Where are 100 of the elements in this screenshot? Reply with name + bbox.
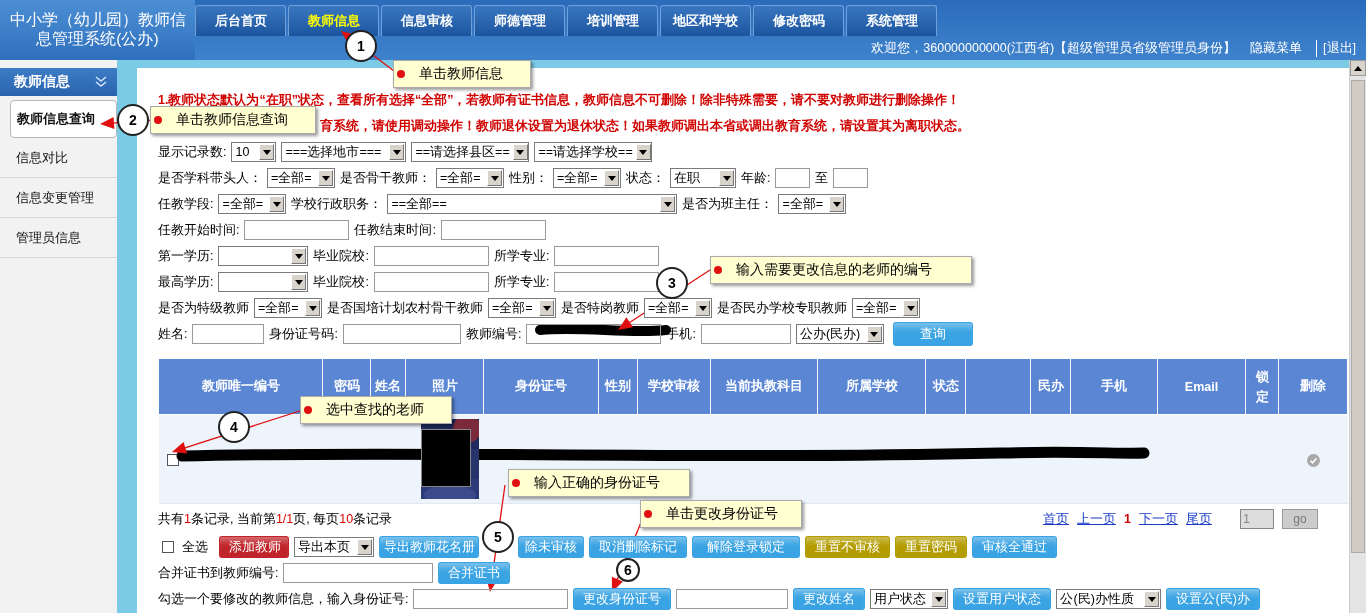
- dropdown[interactable]: =全部=: [778, 194, 847, 214]
- header-link[interactable]: 隐藏菜单: [1250, 39, 1303, 57]
- checkbox-label: 全选: [182, 538, 208, 556]
- column-header: 当前执教科目: [725, 379, 803, 393]
- dropdown[interactable]: =全部=: [488, 298, 556, 318]
- dropdown[interactable]: 公(民)办性质: [1056, 589, 1162, 609]
- field-label: 毕业院校:: [313, 247, 369, 265]
- welcome-text: 欢迎您，360000000000(江西省)【超级管理员省级管理员身份】: [871, 39, 1237, 57]
- dropdown[interactable]: [218, 246, 309, 266]
- system-title: 中小学（幼儿园）教师信息管理系统(公办): [0, 0, 195, 60]
- dropdown[interactable]: 公办(民办): [795, 324, 884, 344]
- column-header: 姓名: [375, 379, 401, 393]
- nav-tab[interactable]: 系统管理: [846, 5, 937, 36]
- field-label: 年龄:: [741, 169, 771, 187]
- text-field[interactable]: [700, 324, 791, 344]
- text-field[interactable]: [413, 589, 569, 609]
- column-header: 手机: [1101, 379, 1127, 393]
- notice-text: 1.教师状态默认为“在职”状态，查看所有选择“全部”，若教师有证书信息，教师信息不可删除！除非特殊需要，请不要对教师进行删除操作！: [158, 92, 962, 109]
- text-field[interactable]: [833, 168, 869, 188]
- dropdown[interactable]: ===选择地市===: [281, 142, 407, 162]
- callout-dot-icon: [512, 479, 520, 487]
- record-summary: 共有1条记录, 当前第1/1页, 每页10条记录: [158, 510, 393, 528]
- sidebar-header[interactable]: 教师信息: [0, 68, 117, 96]
- nav-tab[interactable]: 师德管理: [474, 5, 565, 36]
- nav-tab[interactable]: 地区和学校: [660, 5, 751, 36]
- callout-text: 单击教师信息: [419, 65, 503, 83]
- column-header: 锁定: [1255, 369, 1269, 404]
- column-header: 学校审核: [648, 379, 700, 393]
- text-field[interactable]: [283, 563, 434, 583]
- dropdown[interactable]: ==请选择县区==: [411, 142, 530, 162]
- column-header: 密码: [333, 379, 360, 393]
- field-label: 所学专业:: [493, 247, 550, 265]
- column-header: 身份证号: [515, 379, 567, 393]
- dropdown[interactable]: =全部=: [553, 168, 621, 188]
- column-header: 照片: [431, 379, 458, 393]
- sidebar-item[interactable]: 教师信息查询: [10, 100, 117, 138]
- callout-dot-icon: [714, 266, 722, 274]
- dropdown[interactable]: [218, 272, 309, 292]
- column-header: Email: [1184, 379, 1219, 394]
- field-label: 所学专业:: [493, 273, 550, 291]
- text-field[interactable]: [192, 324, 265, 344]
- text-field[interactable]: [373, 272, 489, 292]
- text-field[interactable]: [440, 220, 546, 240]
- nav-tab[interactable]: 教师信息: [288, 5, 379, 36]
- check-circle-icon[interactable]: [1306, 453, 1320, 467]
- dropdown[interactable]: =全部=: [267, 168, 335, 188]
- sidebar-item[interactable]: 信息对比: [0, 138, 117, 178]
- callout-dot-icon: [154, 116, 162, 124]
- column-header: 教师唯一编号: [201, 379, 280, 393]
- dropdown[interactable]: =全部=: [218, 194, 287, 214]
- dropdown[interactable]: ==全部==: [387, 194, 678, 214]
- redaction-box: [420, 429, 471, 487]
- text-field[interactable]: [775, 168, 811, 188]
- text-field[interactable]: [554, 246, 660, 266]
- field-label: 性别：: [509, 169, 548, 187]
- text-field[interactable]: [676, 589, 789, 609]
- text-field[interactable]: [244, 220, 350, 240]
- double-chevron-icon: [95, 76, 107, 88]
- dropdown[interactable]: =全部=: [254, 298, 322, 318]
- scrollbar[interactable]: [1349, 60, 1366, 613]
- action-button[interactable]: 添加教师: [219, 536, 289, 558]
- field-label: 是否为班主任：: [682, 195, 774, 213]
- dropdown[interactable]: ==请选择学校==: [534, 142, 653, 162]
- field-label: 是否骨干教师：: [340, 169, 431, 187]
- dropdown[interactable]: 在职: [670, 168, 736, 188]
- nav-tab[interactable]: 后台首页: [195, 5, 286, 36]
- notice-text: 育系统，请使用调动操作！教师退休设置为退休状态！如果教师调出本省或调出教育系统，请设置其为离职状态。: [320, 117, 970, 135]
- text-field[interactable]: [373, 246, 489, 266]
- sidebar-item[interactable]: 信息变更管理: [0, 178, 117, 218]
- dropdown[interactable]: =全部=: [436, 168, 504, 188]
- field-label: 毕业院校:: [313, 273, 369, 291]
- select-all-checkbox[interactable]: [162, 541, 174, 553]
- dropdown[interactable]: 导出本页: [294, 537, 374, 557]
- callout-dot-icon: [304, 406, 312, 414]
- sidebar-item[interactable]: 管理员信息: [0, 218, 117, 258]
- field-label: 状态：: [626, 169, 665, 187]
- callout-text: 输入需要更改信息的老师的编号: [736, 261, 932, 279]
- callout-dot-icon: [644, 510, 652, 518]
- column-header: 民办: [1037, 379, 1064, 393]
- field-label: 是否为特级教师: [158, 299, 249, 317]
- column-header: 删除: [1300, 379, 1326, 393]
- row-checkbox[interactable]: [166, 454, 179, 467]
- field-label: 合并证书到教师编号:: [158, 564, 279, 582]
- dropdown[interactable]: =全部=: [852, 298, 920, 318]
- field-label: 任教开始时间:: [158, 221, 240, 239]
- text-field[interactable]: [554, 272, 660, 292]
- dropdown[interactable]: 10: [231, 142, 277, 162]
- nav-tab[interactable]: 信息审核: [381, 5, 472, 36]
- nav-tab[interactable]: 培训管理: [567, 5, 658, 36]
- header-link[interactable]: [退出]: [1316, 39, 1356, 57]
- column-header: 所属学校: [845, 379, 898, 393]
- callout-text: 单击更改身份证号: [666, 505, 778, 523]
- text-field[interactable]: [526, 324, 662, 344]
- dropdown[interactable]: 用户状态: [870, 589, 949, 609]
- dropdown[interactable]: =全部=: [644, 298, 712, 318]
- column-header: 状态: [932, 379, 959, 393]
- field-label: 是否学科带头人：: [158, 169, 262, 187]
- scroll-up-icon[interactable]: [1350, 60, 1366, 76]
- nav-tab[interactable]: 修改密码: [753, 5, 844, 36]
- text-field[interactable]: [342, 324, 461, 344]
